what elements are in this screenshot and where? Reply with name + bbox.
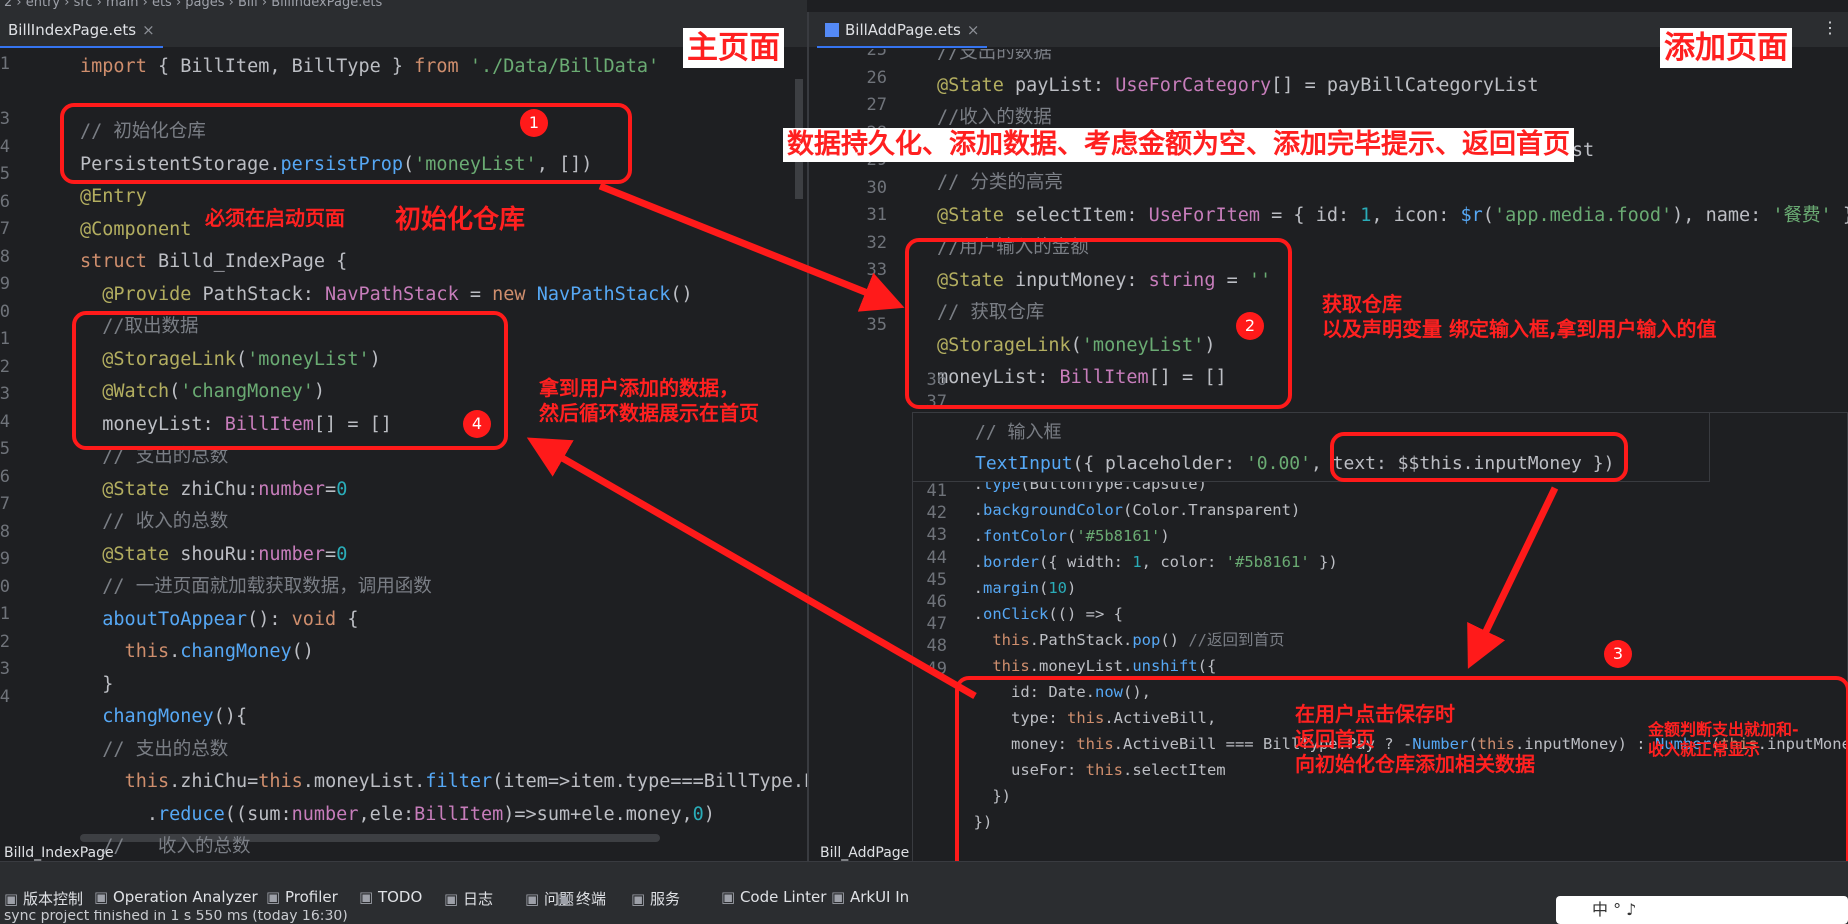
title-add-page: 添加页面 [1660, 28, 1792, 68]
note-amount-rule: 金额判断支出就加和- 收入就正常显示 [1648, 720, 1799, 759]
tool-label: Profiler [284, 888, 338, 906]
note-on-save: 在用户点击保存时 返回首页 向初始化仓库添加相关数据 [1295, 702, 1535, 776]
note-take-data: 拿到用户添加的数据， 然后循环数据展示在首页 [539, 376, 759, 425]
right-breadcrumb-footer[interactable]: Bill_AddPage [820, 846, 910, 862]
tool-terminal[interactable]: ▣ 终端 [557, 888, 606, 909]
note-get-store: 获取仓库 以及声明变量 绑定输入框,拿到用户输入的值 [1322, 292, 1717, 341]
terminal-icon: ▣ [557, 890, 576, 908]
tool-label: Code Linter [739, 888, 827, 906]
analyzer-icon: ▣ [94, 888, 113, 906]
tool-analyzer[interactable]: ▣ Operation Analyzer [94, 888, 258, 906]
note-init-store: 初始化仓库 [395, 205, 526, 235]
ime-bar[interactable]: 中 ° ♪ [1556, 896, 1848, 924]
tool-label: Operation Analyzer [112, 888, 258, 906]
tool-label: 终端 [575, 890, 606, 908]
tool-label: 版本控制 [22, 890, 83, 908]
tool-label: TODO [377, 888, 423, 906]
status-text: sync project finished in 1 s 550 ms (tod… [4, 910, 348, 924]
services-icon: ▣ [631, 890, 650, 908]
arrow-input-to-save [1467, 486, 1559, 669]
tool-log[interactable]: ▣ 日志 [444, 888, 493, 909]
arrow-save-to-index [526, 437, 977, 700]
tool-profiler[interactable]: ▣ Profiler [266, 888, 338, 906]
code-linter-icon: ▣ [721, 888, 740, 906]
tool-version-control[interactable]: ▣ 版本控制 [4, 888, 83, 909]
tool-code-linter[interactable]: ▣ Code Linter [721, 888, 826, 906]
note-must-start: 必须在启动页面 [205, 206, 345, 230]
banner-note: 数据持久化、添加数据、考虑金额为空、添加完毕提示、返回首页 [783, 128, 1574, 162]
tool-label: ArkUI In [849, 888, 910, 906]
profiler-icon: ▣ [266, 888, 285, 906]
tool-services[interactable]: ▣ 服务 [631, 888, 680, 909]
arrow-store-to-add [598, 182, 905, 312]
arkui-icon: ▣ [831, 888, 850, 906]
tool-todo[interactable]: ▣ TODO [359, 888, 422, 906]
problems-icon: ▣ [525, 890, 544, 908]
title-main-page: 主页面 [683, 28, 784, 68]
left-breadcrumb-footer[interactable]: Billd_IndexPage [0, 846, 807, 862]
todo-icon: ▣ [359, 888, 378, 906]
version-control-icon: ▣ [4, 890, 23, 908]
tool-label: 日志 [462, 890, 493, 908]
tool-label: 服务 [649, 890, 680, 908]
log-icon: ▣ [444, 890, 463, 908]
tool-arkui[interactable]: ▣ ArkUI In [831, 888, 909, 906]
